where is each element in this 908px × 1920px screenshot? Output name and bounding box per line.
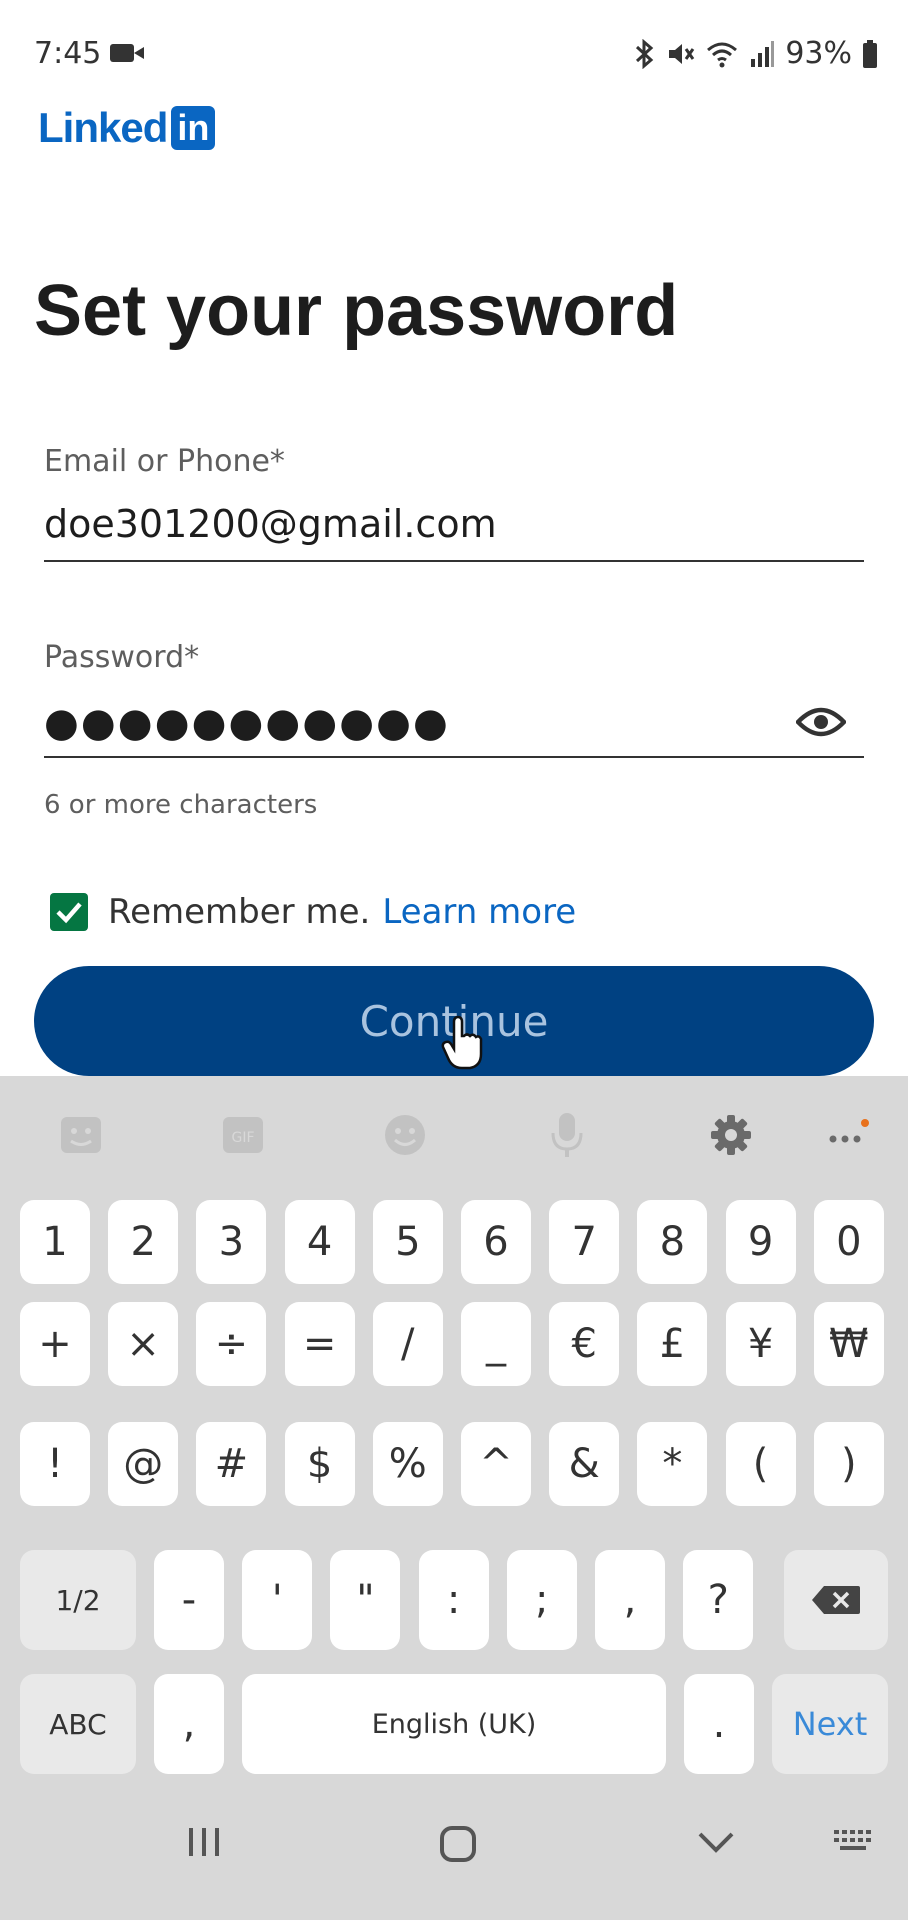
punctuation-key-2[interactable]: ' — [242, 1550, 313, 1650]
settings-gear-icon[interactable] — [706, 1110, 756, 1160]
number-key-7[interactable]: 8 — [637, 1200, 708, 1284]
number-key-9[interactable]: 0 — [813, 1200, 884, 1284]
email-field-underline — [44, 560, 864, 562]
recent-apps-icon[interactable] — [186, 1824, 222, 1860]
password-label: Password* — [44, 640, 200, 675]
more-options-icon[interactable] — [822, 1110, 872, 1160]
status-bar: 7:45 93% — [0, 0, 908, 110]
number-key-0[interactable]: 1 — [20, 1200, 90, 1284]
punctuation-key-4[interactable]: : — [418, 1550, 489, 1650]
keyboard-toolbar: GIF — [0, 1076, 908, 1200]
symbol-key-5[interactable]: ^ — [461, 1422, 531, 1506]
symbol-key-6[interactable]: & — [549, 1422, 620, 1506]
email-field[interactable]: doe301200@gmail.com — [44, 502, 497, 546]
email-label: Email or Phone* — [44, 444, 285, 479]
backspace-icon — [812, 1586, 860, 1614]
math-symbol-key-5[interactable]: _ — [461, 1302, 531, 1386]
number-key-2[interactable]: 3 — [196, 1200, 267, 1284]
period-key[interactable]: . — [684, 1674, 754, 1774]
remember-me-row: Remember me. Learn more — [50, 892, 576, 932]
half-page-key[interactable]: 1/2 — [20, 1550, 136, 1650]
hand-cursor-icon — [441, 1015, 483, 1070]
math-symbol-key-9[interactable]: ₩ — [813, 1302, 884, 1386]
emoji-icon[interactable] — [380, 1110, 430, 1160]
navigation-bar — [0, 1780, 908, 1920]
number-key-1[interactable]: 2 — [108, 1200, 179, 1284]
status-right-group: 93% — [633, 36, 878, 71]
linkedin-logo: Linked in — [38, 104, 216, 152]
backspace-key[interactable] — [784, 1550, 888, 1650]
wifi-icon — [707, 42, 738, 67]
math-symbol-key-7[interactable]: £ — [637, 1302, 708, 1386]
symbol-key-9[interactable]: ) — [813, 1422, 884, 1506]
punctuation-key-1[interactable]: - — [154, 1550, 224, 1650]
symbol-key-2[interactable]: # — [196, 1422, 267, 1506]
number-key-8[interactable]: 9 — [725, 1200, 796, 1284]
battery-percent: 93% — [785, 36, 852, 71]
number-key-3[interactable]: 4 — [284, 1200, 355, 1284]
keyboard-switch-icon[interactable] — [832, 1824, 876, 1860]
on-screen-keyboard: GIF 1 2 3 4 5 6 7 8 9 0 + × ÷ = / _ € £ … — [0, 1076, 908, 1780]
remember-me-label: Remember me. — [108, 892, 371, 932]
punctuation-key-6[interactable]: , — [595, 1550, 665, 1650]
comma-key[interactable]: , — [154, 1674, 224, 1774]
space-key[interactable]: English (UK) — [242, 1674, 666, 1774]
checkmark-icon — [56, 902, 82, 924]
math-symbol-key-3[interactable]: = — [284, 1302, 355, 1386]
gif-icon[interactable]: GIF — [218, 1110, 268, 1160]
symbol-key-8[interactable]: ( — [725, 1422, 796, 1506]
home-icon[interactable] — [438, 1824, 478, 1864]
mute-icon — [669, 43, 695, 64]
math-symbol-key-1[interactable]: × — [108, 1302, 179, 1386]
math-symbol-key-6[interactable]: € — [549, 1302, 620, 1386]
microphone-icon[interactable] — [542, 1110, 592, 1160]
number-key-6[interactable]: 7 — [549, 1200, 620, 1284]
video-camera-icon — [110, 44, 144, 62]
remember-me-checkbox[interactable] — [50, 893, 88, 931]
logo-text: Linked — [38, 104, 168, 151]
next-key[interactable]: Next — [772, 1674, 888, 1774]
symbol-key-7[interactable]: * — [637, 1422, 708, 1506]
battery-icon — [863, 39, 877, 68]
hide-keyboard-chevron-down-icon[interactable] — [696, 1824, 736, 1860]
bluetooth-icon — [636, 38, 654, 69]
abc-key[interactable]: ABC — [20, 1674, 136, 1774]
signal-icon — [751, 40, 775, 67]
status-time: 7:45 — [34, 36, 102, 71]
number-key-5[interactable]: 6 — [461, 1200, 531, 1284]
punctuation-key-3[interactable]: " — [330, 1550, 401, 1650]
learn-more-link[interactable]: Learn more — [382, 892, 576, 932]
password-helper-text: 6 or more characters — [44, 790, 318, 820]
sticker-icon[interactable] — [56, 1110, 106, 1160]
math-symbol-key-2[interactable]: ÷ — [196, 1302, 267, 1386]
page-title: Set your password — [34, 271, 679, 351]
math-symbol-key-8[interactable]: ¥ — [725, 1302, 796, 1386]
linkedin-set-password-screen: 7:45 93% Linked in Set your password Ema… — [0, 0, 908, 1920]
number-key-4[interactable]: 5 — [372, 1200, 443, 1284]
password-field-underline — [44, 756, 864, 758]
symbol-key-1[interactable]: @ — [108, 1422, 179, 1506]
symbol-key-4[interactable]: % — [372, 1422, 443, 1506]
symbol-key-0[interactable]: ! — [20, 1422, 90, 1506]
password-field[interactable]: ●●●●●●●●●●● — [44, 700, 450, 746]
math-symbol-key-4[interactable]: / — [372, 1302, 443, 1386]
symbol-key-3[interactable]: $ — [284, 1422, 355, 1506]
math-symbol-key-0[interactable]: + — [20, 1302, 90, 1386]
punctuation-key-7[interactable]: ? — [683, 1550, 754, 1650]
punctuation-key-5[interactable]: ; — [506, 1550, 577, 1650]
logo-box: in — [171, 106, 216, 150]
show-password-eye-icon[interactable] — [796, 704, 846, 740]
gif-label: GIF — [231, 1130, 254, 1146]
